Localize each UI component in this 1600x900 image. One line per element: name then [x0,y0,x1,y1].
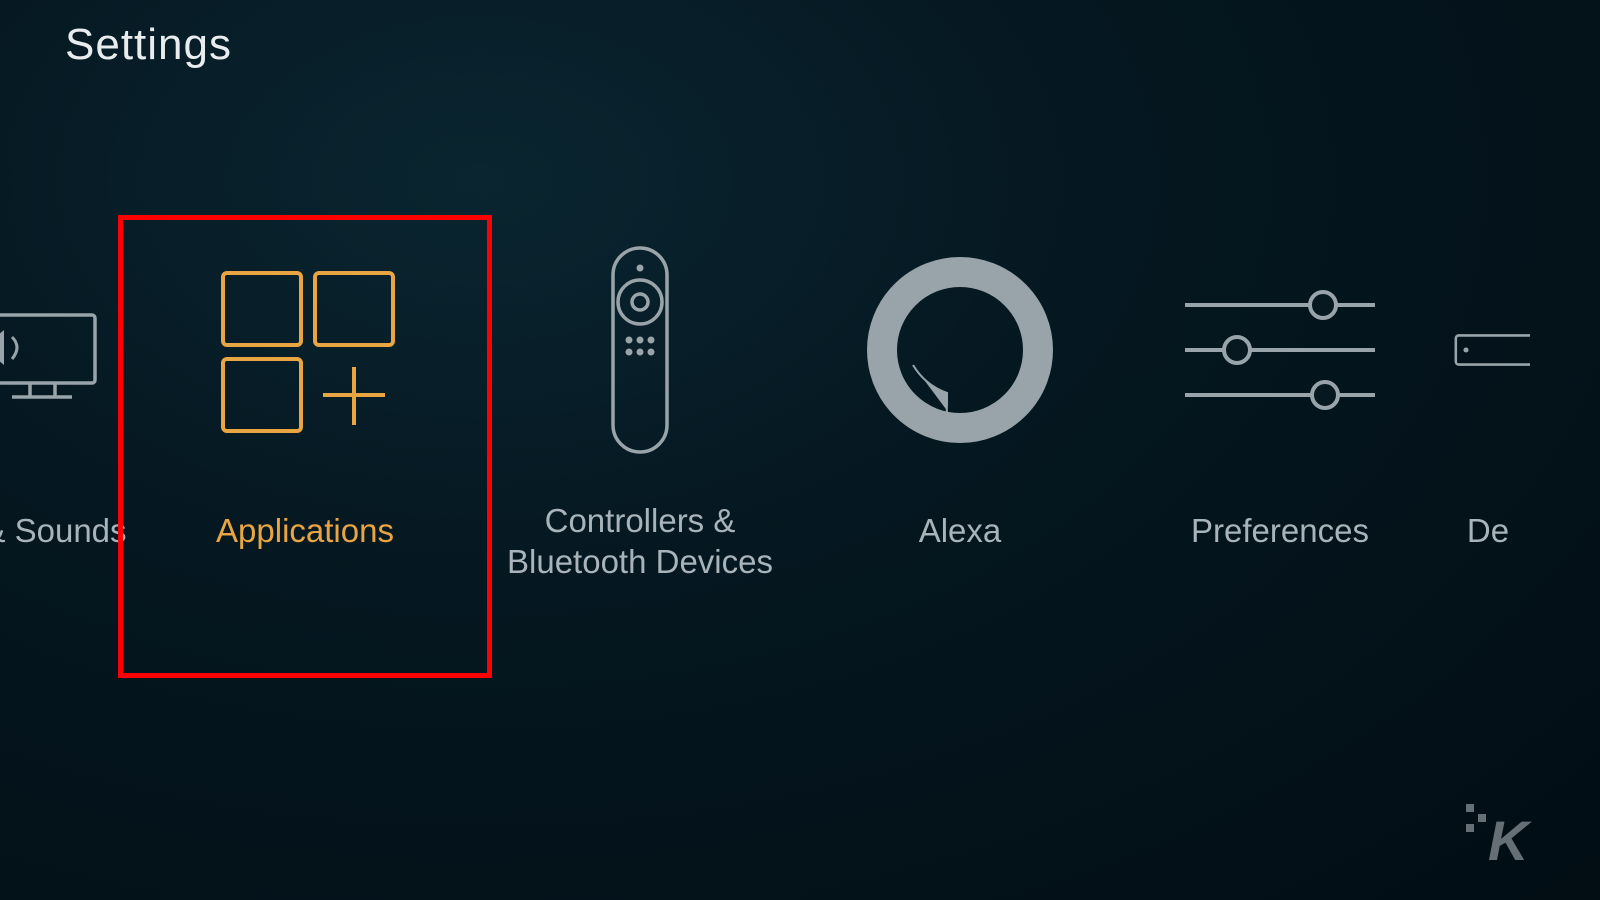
tile-display-sounds[interactable]: & Sounds [0,200,130,670]
tile-label: De [1455,510,1515,551]
display-sounds-icon [0,200,130,500]
tile-alexa[interactable]: Alexa [800,200,1120,670]
remote-icon [595,200,685,500]
tile-label: Alexa [913,510,1008,551]
tile-label: Preferences [1185,510,1375,551]
page-title: Settings [65,20,232,70]
settings-carousel[interactable]: & Sounds Applications [0,200,1600,700]
tile-device[interactable]: De [1440,200,1530,670]
tile-preferences[interactable]: Preferences [1120,200,1440,670]
alexa-icon [865,200,1055,500]
tile-label: Applications [210,510,400,551]
tile-applications[interactable]: Applications [130,200,480,670]
svg-text:K: K [1488,809,1532,872]
device-icon [1440,200,1530,500]
tile-label: Controllers & Bluetooth Devices [480,500,800,583]
sliders-icon [1175,200,1385,500]
watermark-logo: K [1458,798,1558,878]
tile-controllers-bluetooth[interactable]: Controllers & Bluetooth Devices [480,200,800,670]
applications-icon [205,200,405,500]
